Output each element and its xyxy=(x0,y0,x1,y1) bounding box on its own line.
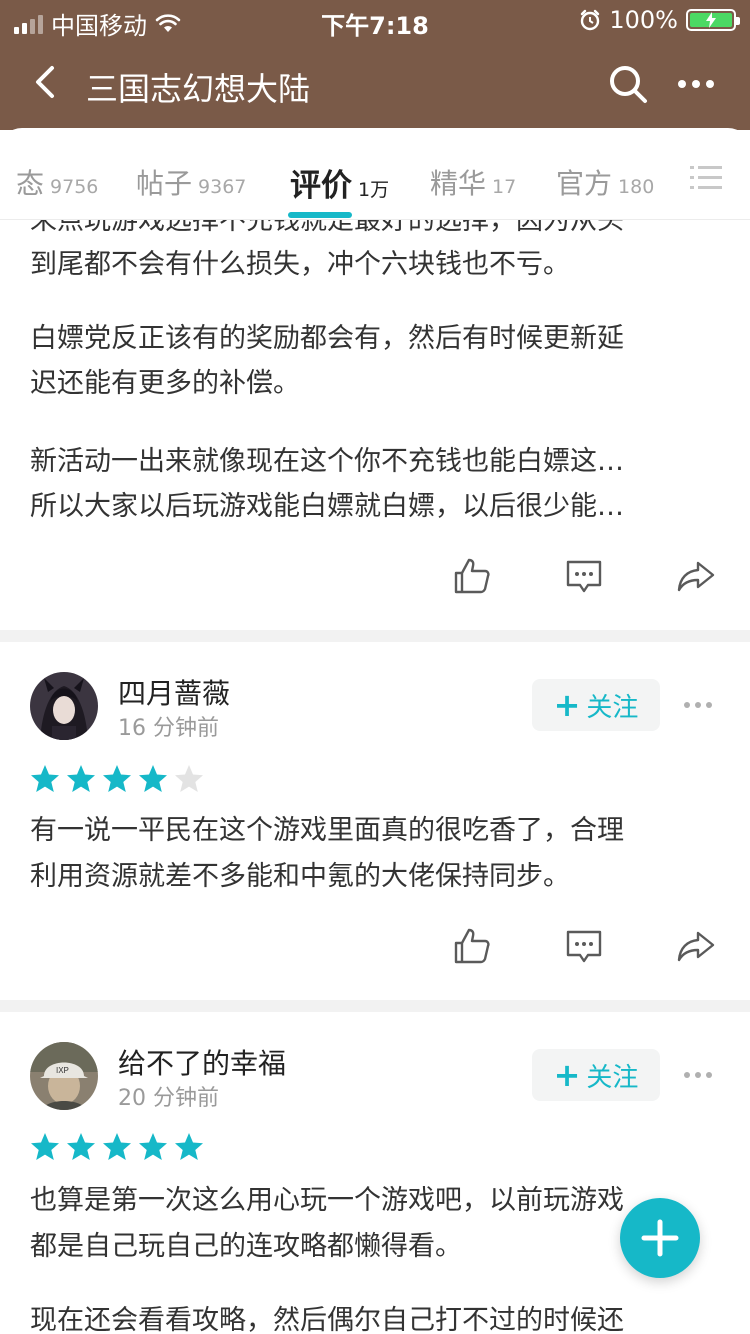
create-post-button[interactable] xyxy=(620,1198,700,1278)
alarm-icon xyxy=(581,9,600,31)
tab-count: 9756 xyxy=(50,176,99,198)
tab-bar: 态 9756 帖子 9367 评价 1万 精华 17 官方 180 xyxy=(0,128,750,220)
tab-label: 官方 xyxy=(556,167,613,200)
status-right: 100% xyxy=(579,6,740,34)
follow-label: 关注 xyxy=(586,1062,639,1093)
star-icon xyxy=(67,1133,95,1160)
review-actions xyxy=(0,556,750,606)
tab-official[interactable]: 官方 180 xyxy=(556,162,654,202)
star-rating xyxy=(30,1132,204,1162)
status-bar: 中国移动 下午7:18 100% xyxy=(0,0,750,40)
star-icon xyxy=(175,765,203,792)
star-icon xyxy=(31,765,59,792)
tab-featured[interactable]: 精华 17 xyxy=(430,162,516,202)
review-actions xyxy=(0,926,750,976)
tab-count: 180 xyxy=(618,176,655,198)
share-icon[interactable] xyxy=(676,926,716,966)
header-background: 中国移动 下午7:18 100% 三国志幻想大陆 xyxy=(0,0,750,130)
tab-reviews[interactable]: 评价 1万 xyxy=(290,160,389,205)
battery-icon xyxy=(686,9,740,31)
star-icon xyxy=(67,765,95,792)
star-icon xyxy=(139,1133,167,1160)
star-icon xyxy=(31,1133,59,1160)
share-icon[interactable] xyxy=(676,556,716,596)
more-icon[interactable] xyxy=(684,695,716,715)
username[interactable]: 四月蔷薇 xyxy=(118,672,230,712)
more-icon[interactable] xyxy=(676,64,716,104)
page-title: 三国志幻想大陆 xyxy=(86,70,311,108)
review-text: 也算是第一次这么用心玩一个游戏吧，以前玩游戏 xyxy=(30,1185,624,1216)
plus-icon xyxy=(641,1219,679,1257)
svg-text:IXP: IXP xyxy=(56,1066,69,1075)
review-text: 到尾都不会有什么损失，冲个六块钱也不亏。 xyxy=(30,249,570,280)
star-icon xyxy=(139,765,167,792)
back-icon[interactable] xyxy=(26,62,66,102)
star-icon xyxy=(103,1133,131,1160)
more-icon[interactable] xyxy=(684,1065,716,1085)
comment-icon[interactable] xyxy=(564,926,604,966)
star-icon xyxy=(175,1133,203,1160)
post-time: 16 分钟前 xyxy=(118,716,219,741)
tab-dynamics[interactable]: 态 9756 xyxy=(16,162,98,202)
menu-icon[interactable] xyxy=(690,164,722,192)
follow-label: 关注 xyxy=(586,692,639,723)
like-icon[interactable] xyxy=(452,926,492,966)
review-text: 新活动一出来就像现在这个你不充钱也能白嫖这… xyxy=(30,446,624,477)
review-text: 有一说一平民在这个游戏里面真的很吃香了，合理 xyxy=(30,815,624,846)
avatar[interactable]: IXP xyxy=(30,1042,98,1110)
tab-label: 精华 xyxy=(430,167,487,200)
avatar[interactable] xyxy=(30,672,98,740)
plus-icon: + xyxy=(553,686,581,724)
review-text: 利用资源就差不多能和中氪的大佬保持同步。 xyxy=(30,861,570,892)
review-text: 白嫖党反正该有的奖励都会有，然后有时候更新延 xyxy=(30,323,624,354)
plus-icon: + xyxy=(553,1056,581,1094)
tab-label: 态 xyxy=(16,167,45,200)
tab-label: 评价 xyxy=(290,168,352,204)
comment-icon[interactable] xyxy=(564,556,604,596)
post-time: 20 分钟前 xyxy=(118,1086,219,1111)
search-icon[interactable] xyxy=(608,64,648,104)
review-text: 现在还会看看攻略，然后偶尔自己打不过的时候还 xyxy=(30,1305,624,1334)
like-icon[interactable] xyxy=(452,556,492,596)
review-text: 所以大家以后玩游戏能白嫖就白嫖，以后很少能… xyxy=(30,491,624,522)
follow-button[interactable]: + 关注 xyxy=(532,679,660,731)
tab-posts[interactable]: 帖子 9367 xyxy=(136,162,246,202)
tab-count: 1万 xyxy=(358,179,390,201)
card-divider xyxy=(0,1000,750,1012)
follow-button[interactable]: + 关注 xyxy=(532,1049,660,1101)
review-list[interactable]: 来点玩游戏选择不充钱就是最好的选择，因为从头 到尾都不会有什么损失，冲个六块钱也… xyxy=(0,220,750,1334)
review-text: 都是自己玩自己的连攻略都懒得看。 xyxy=(30,1231,462,1262)
tab-label: 帖子 xyxy=(136,167,193,200)
battery-percent: 100% xyxy=(609,6,678,34)
star-rating xyxy=(30,764,204,794)
star-icon xyxy=(103,765,131,792)
active-tab-indicator xyxy=(288,212,352,218)
review-text: 迟还能有更多的补偿。 xyxy=(30,368,300,399)
tab-count: 17 xyxy=(492,176,517,198)
card-divider xyxy=(0,630,750,642)
username[interactable]: 给不了的幸福 xyxy=(118,1042,286,1082)
navbar: 三国志幻想大陆 xyxy=(0,46,750,122)
tab-count: 9367 xyxy=(198,176,247,198)
review-text: 来点玩游戏选择不充钱就是最好的选择，因为从头 xyxy=(30,220,624,236)
